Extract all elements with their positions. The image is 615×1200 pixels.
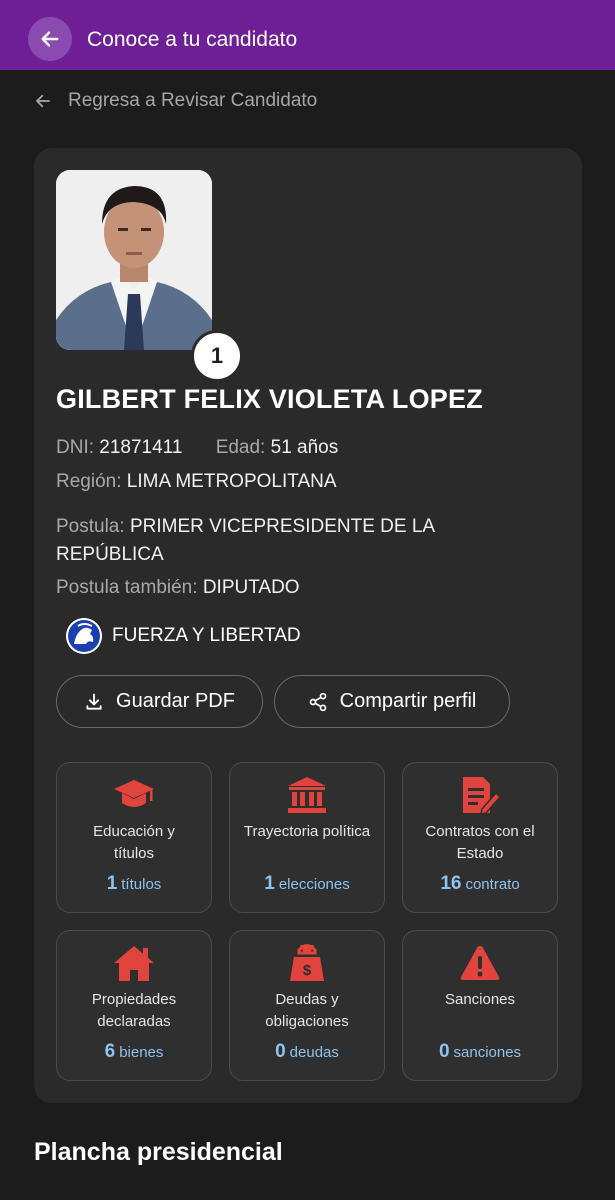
tile-political-career[interactable]: Trayectoria política 1 elecciones bbox=[229, 762, 385, 913]
arrow-left-icon bbox=[36, 94, 50, 108]
postula-tambien-label: Postula también: bbox=[56, 577, 198, 598]
postula-label: Postula: bbox=[56, 516, 125, 537]
app-header: Conoce a tu candidato bbox=[0, 0, 615, 70]
region-label: Región: bbox=[56, 471, 122, 492]
tile-debts[interactable]: $ Deudas y obligaciones 0 deudas bbox=[229, 930, 385, 1081]
age-label: Edad: bbox=[215, 437, 266, 458]
candidate-name: GILBERT FELIX VIOLETA LOPEZ bbox=[56, 384, 483, 414]
tile-sanctions-unit: sanciones bbox=[453, 1044, 522, 1061]
tile-properties[interactable]: Propiedades declaradas 6 bienes bbox=[56, 930, 212, 1081]
postula-value-line2: REPÚBLICA bbox=[56, 544, 164, 565]
tile-properties-count: 6 bbox=[104, 1041, 116, 1062]
candidate-card: 1 GILBERT FELIX VIOLETA LOPEZ DNI: 21871… bbox=[34, 148, 582, 1103]
tile-sanctions[interactable]: Sanciones 0 sanciones bbox=[402, 930, 558, 1081]
tile-sanctions-label-1: Sanciones bbox=[444, 991, 516, 1008]
save-pdf-button[interactable]: Guardar PDF bbox=[56, 675, 263, 728]
section-title-presidential-ticket: Plancha presidencial bbox=[34, 1138, 283, 1166]
tile-debts-unit: deudas bbox=[289, 1044, 339, 1061]
header-title: Conoce a tu candidato bbox=[87, 28, 298, 51]
tile-sanctions-count: 0 bbox=[438, 1041, 450, 1062]
breadcrumb-label: Regresa a Revisar Candidato bbox=[68, 90, 318, 111]
tile-debts-count: 0 bbox=[275, 1041, 286, 1062]
postula-tambien-value: DIPUTADO bbox=[202, 577, 300, 598]
dni-age-row: DNI: 21871411 Edad: 51 años bbox=[56, 434, 338, 462]
postula-value-line1: PRIMER VICEPRESIDENTE DE LA bbox=[129, 516, 436, 537]
tile-properties-label-2: declaradas bbox=[97, 1013, 171, 1030]
tile-contracts-count: 16 bbox=[440, 873, 462, 894]
money-bag-icon: $ bbox=[290, 944, 324, 981]
back-button[interactable] bbox=[28, 17, 72, 61]
share-profile-button[interactable]: Compartir perfil bbox=[274, 675, 510, 728]
warning-icon bbox=[460, 946, 500, 980]
house-icon bbox=[114, 946, 154, 981]
candidate-photo-wrapper: 1 bbox=[56, 170, 243, 382]
graduation-cap-icon bbox=[114, 780, 154, 807]
download-icon bbox=[86, 693, 102, 710]
party-name: FUERZA Y LIBERTAD bbox=[112, 625, 301, 646]
dni-value: 21871411 bbox=[99, 437, 183, 458]
breadcrumb-back-link[interactable]: Regresa a Revisar Candidato bbox=[34, 88, 317, 114]
save-pdf-label: Guardar PDF bbox=[116, 690, 235, 712]
postula-tambien-row: Postula también: DIPUTADO bbox=[56, 574, 300, 602]
tile-contracts-unit: contrato bbox=[465, 876, 520, 893]
tile-political-unit: elecciones bbox=[278, 876, 350, 893]
candidate-photo bbox=[56, 170, 212, 350]
tile-education[interactable]: Educación y títulos 1 títulos bbox=[56, 762, 212, 913]
tile-political-count: 1 bbox=[264, 873, 275, 894]
svg-text:$: $ bbox=[303, 962, 312, 979]
tile-education-label-2: títulos bbox=[113, 845, 155, 862]
tile-state-contracts[interactable]: Contratos con el Estado 16 contrato bbox=[402, 762, 558, 913]
tile-contracts-label-2: Estado bbox=[456, 845, 504, 862]
dni-label: DNI: bbox=[56, 437, 94, 458]
tile-contracts-label-1: Contratos con el bbox=[425, 823, 535, 840]
region-row: Región: LIMA METROPOLITANA bbox=[56, 468, 337, 496]
government-building-icon bbox=[288, 777, 326, 813]
tile-properties-unit: bienes bbox=[119, 1044, 164, 1061]
tile-education-label-1: Educación y bbox=[93, 823, 175, 840]
tile-debts-label-2: obligaciones bbox=[265, 1013, 349, 1030]
party-row: FUERZA Y LIBERTAD bbox=[66, 618, 301, 654]
party-logo bbox=[66, 618, 102, 654]
candidate-number-badge: 1 bbox=[191, 330, 243, 382]
share-profile-label: Compartir perfil bbox=[339, 690, 477, 712]
tile-properties-label-1: Propiedades bbox=[91, 991, 177, 1008]
arrow-left-icon bbox=[41, 31, 59, 47]
postula-row: Postula: PRIMER VICEPRESIDENTE DE LA bbox=[56, 513, 435, 541]
contract-document-icon bbox=[463, 777, 500, 815]
share-icon bbox=[309, 692, 326, 711]
region-value: LIMA METROPOLITANA bbox=[126, 471, 337, 492]
age-value: 51 años bbox=[270, 437, 339, 458]
tile-education-unit: títulos bbox=[121, 876, 162, 893]
postula-row-cont: REPÚBLICA bbox=[56, 541, 164, 569]
tile-political-label-1: Trayectoria política bbox=[243, 823, 371, 840]
tile-education-count: 1 bbox=[106, 873, 118, 894]
tile-debts-label-1: Deudas y bbox=[275, 991, 339, 1008]
